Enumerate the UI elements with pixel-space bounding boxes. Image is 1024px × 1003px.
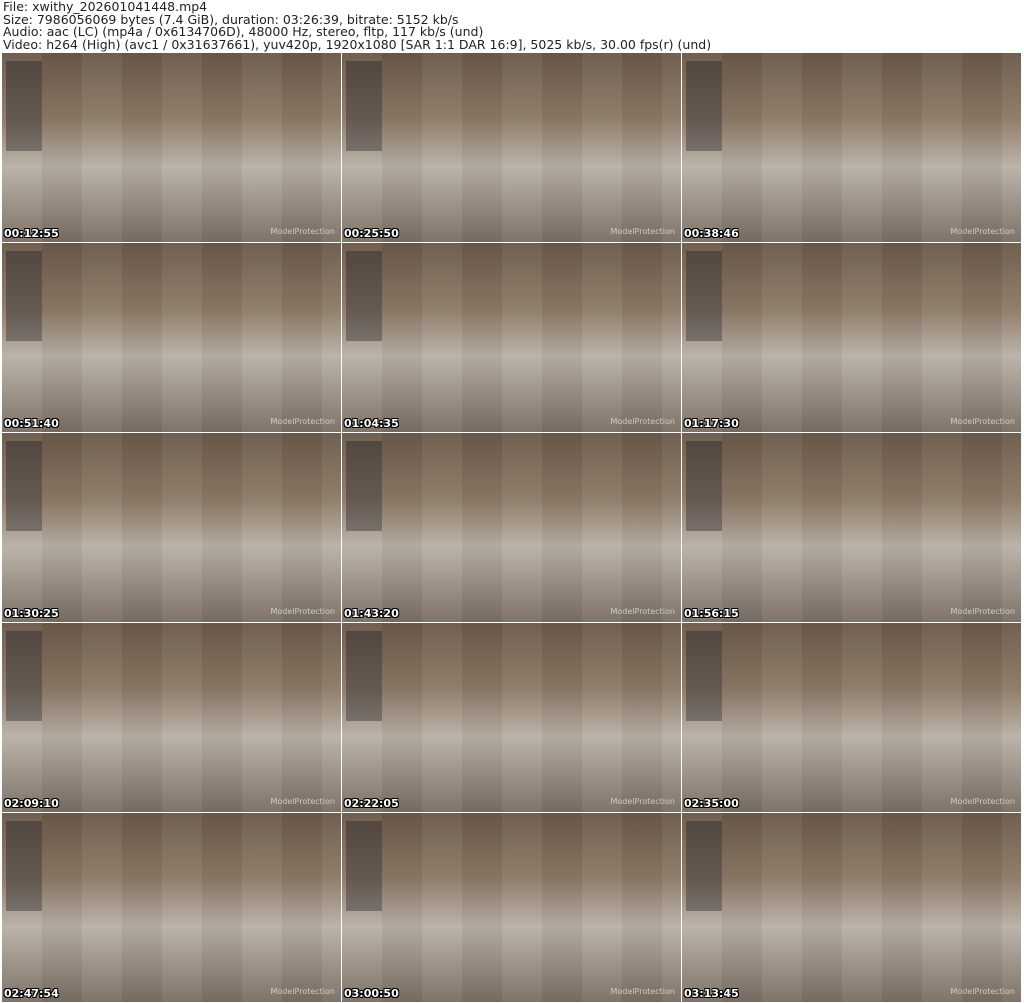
chat-overlay (686, 631, 722, 721)
video-thumbnail: ModelProtection 03:13:45 (682, 813, 1021, 1002)
timestamp: 02:09:10 (4, 797, 59, 810)
file-info-header: File: xwithy_202601041448.mp4 Size: 79860… (3, 0, 712, 52)
thumbnail-image (2, 53, 341, 242)
watermark: ModelProtection (270, 797, 336, 806)
timestamp: 01:30:25 (4, 607, 59, 620)
watermark: ModelProtection (270, 607, 336, 616)
video-thumbnail: ModelProtection 00:12:55 (2, 53, 341, 242)
video-thumbnail: ModelProtection 02:47:54 (2, 813, 341, 1002)
thumbnail-image (342, 53, 681, 242)
thumbnail-image (682, 813, 1021, 1002)
video-thumbnail: ModelProtection 01:04:35 (342, 243, 681, 432)
thumbnail-grid: ModelProtection 00:12:55 ModelProtection 00… (2, 53, 1021, 1002)
watermark: ModelProtection (610, 987, 676, 996)
video-thumbnail: ModelProtection 02:09:10 (2, 623, 341, 812)
chat-overlay (686, 821, 722, 911)
timestamp: 03:00:50 (344, 987, 399, 1000)
thumbnail-image (2, 433, 341, 622)
watermark: ModelProtection (950, 607, 1016, 616)
watermark: ModelProtection (950, 227, 1016, 236)
timestamp: 00:38:46 (684, 227, 739, 240)
watermark: ModelProtection (610, 227, 676, 236)
video-thumbnail: ModelProtection 01:56:15 (682, 433, 1021, 622)
timestamp: 01:56:15 (684, 607, 739, 620)
thumbnail-image (2, 623, 341, 812)
chat-overlay (686, 441, 722, 531)
timestamp: 01:17:30 (684, 417, 739, 430)
thumbnail-image (2, 813, 341, 1002)
watermark: ModelProtection (610, 797, 676, 806)
thumbnail-image (682, 623, 1021, 812)
chat-overlay (346, 251, 382, 341)
timestamp: 02:35:00 (684, 797, 739, 810)
timestamp: 01:43:20 (344, 607, 399, 620)
timestamp: 02:47:54 (4, 987, 59, 1000)
chat-overlay (346, 821, 382, 911)
watermark: ModelProtection (950, 417, 1016, 426)
timestamp: 01:04:35 (344, 417, 399, 430)
video-thumbnail: ModelProtection 02:22:05 (342, 623, 681, 812)
chat-overlay (686, 251, 722, 341)
thumbnail-image (342, 433, 681, 622)
thumbnail-image (2, 243, 341, 432)
video-thumbnail: ModelProtection 01:17:30 (682, 243, 1021, 432)
thumbnail-image (682, 243, 1021, 432)
timestamp: 02:22:05 (344, 797, 399, 810)
chat-overlay (6, 821, 42, 911)
video-thumbnail: ModelProtection 00:25:50 (342, 53, 681, 242)
chat-overlay (6, 251, 42, 341)
thumbnail-image (342, 623, 681, 812)
thumbnail-image (682, 53, 1021, 242)
timestamp: 03:13:45 (684, 987, 739, 1000)
chat-overlay (686, 61, 722, 151)
chat-overlay (6, 441, 42, 531)
video-thumbnail: ModelProtection 01:30:25 (2, 433, 341, 622)
timestamp: 00:12:55 (4, 227, 59, 240)
timestamp: 00:25:50 (344, 227, 399, 240)
chat-overlay (6, 631, 42, 721)
watermark: ModelProtection (270, 987, 336, 996)
watermark: ModelProtection (610, 607, 676, 616)
video-info: Video: h264 (High) (avc1 / 0x31637661), … (3, 36, 712, 52)
chat-overlay (346, 441, 382, 531)
thumbnail-image (342, 813, 681, 1002)
watermark: ModelProtection (270, 227, 336, 236)
timestamp: 00:51:40 (4, 417, 59, 430)
watermark: ModelProtection (950, 797, 1016, 806)
chat-overlay (346, 61, 382, 151)
video-thumbnail: ModelProtection 00:38:46 (682, 53, 1021, 242)
watermark: ModelProtection (270, 417, 336, 426)
video-thumbnail: ModelProtection 02:35:00 (682, 623, 1021, 812)
video-thumbnail: ModelProtection 01:43:20 (342, 433, 681, 622)
thumbnail-image (682, 433, 1021, 622)
watermark: ModelProtection (950, 987, 1016, 996)
chat-overlay (6, 61, 42, 151)
thumbnail-image (342, 243, 681, 432)
video-thumbnail: ModelProtection 03:00:50 (342, 813, 681, 1002)
chat-overlay (346, 631, 382, 721)
video-thumbnail: ModelProtection 00:51:40 (2, 243, 341, 432)
watermark: ModelProtection (610, 417, 676, 426)
